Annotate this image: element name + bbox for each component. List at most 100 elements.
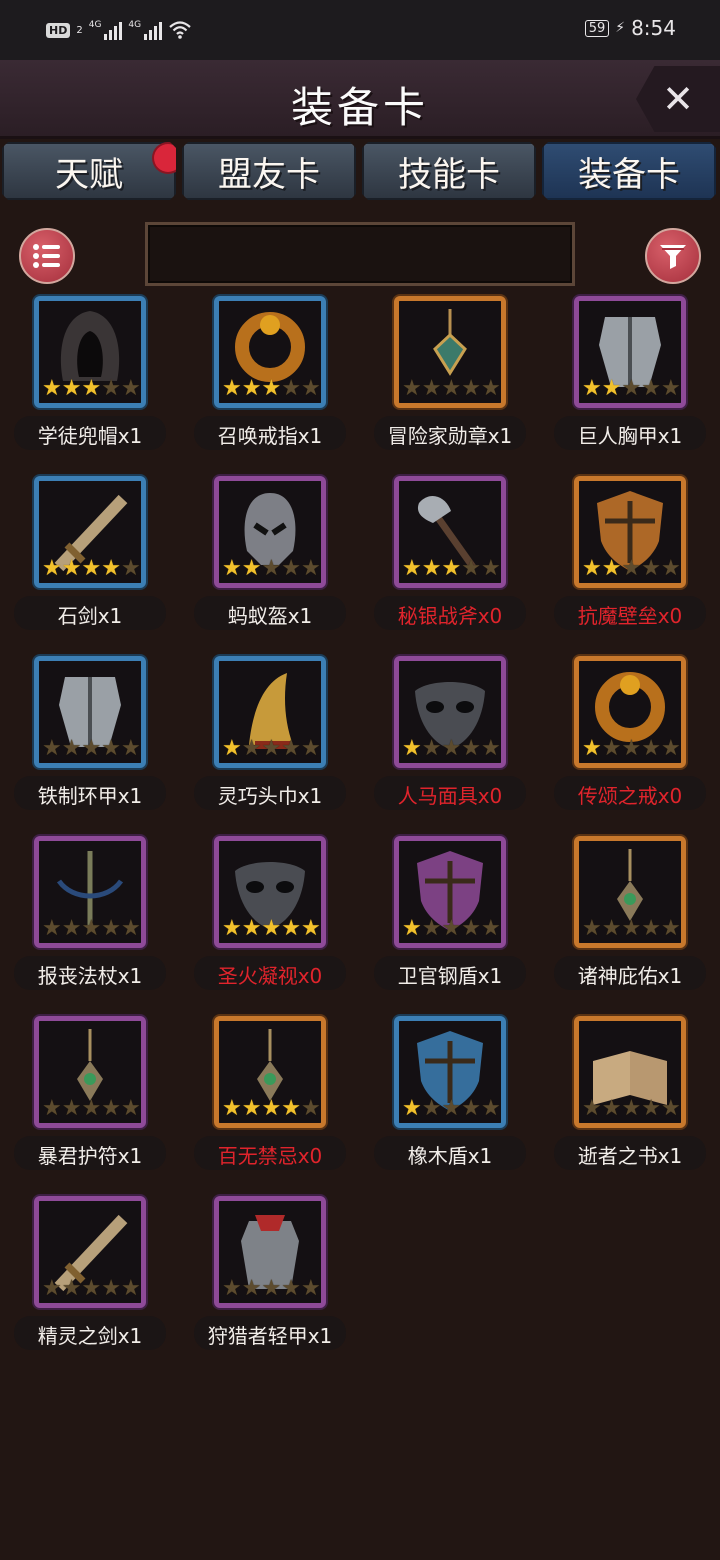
equipment-card[interactable]: ★ ★ ★ ★ ★ 灵巧头巾x1 — [180, 654, 360, 834]
star-icon: ★ — [660, 1096, 681, 1121]
star-icon: ★ — [61, 916, 82, 941]
star-icon: ★ — [61, 556, 82, 581]
filter-button[interactable] — [645, 228, 701, 284]
tab-ally-cards[interactable]: 盟友卡 — [182, 142, 356, 200]
equipment-card[interactable]: ★ ★ ★ ★ ★ 人马面具x0 — [360, 654, 540, 834]
item-frame: ★ ★ ★ ★ ★ — [214, 1196, 326, 1308]
tab-skill-cards[interactable]: 技能卡 — [362, 142, 536, 200]
item-frame: ★ ★ ★ ★ ★ — [214, 476, 326, 588]
item-label: 报丧法杖x1 — [0, 960, 190, 989]
equipment-card[interactable]: ★ ★ ★ ★ ★ 精灵之剑x1 — [0, 1194, 180, 1374]
star-icon: ★ — [480, 736, 501, 761]
star-icon: ★ — [480, 1096, 501, 1121]
equipment-card[interactable]: ★ ★ ★ ★ ★ 卫官钢盾x1 — [360, 834, 540, 1014]
star-icon: ★ — [480, 556, 501, 581]
star-icon: ★ — [120, 916, 141, 941]
star-icon: ★ — [582, 556, 602, 581]
equipment-card[interactable]: ★ ★ ★ ★ ★ 诸神庇佑x1 — [540, 834, 720, 1014]
star-icon: ★ — [101, 556, 121, 581]
star-icon: ★ — [441, 916, 462, 941]
equipment-card[interactable]: ★ ★ ★ ★ ★ 狩猎者轻甲x1 — [180, 1194, 360, 1374]
item-label: 召唤戒指x1 — [170, 420, 370, 449]
equipment-card[interactable]: ★ ★ ★ ★ ★ 秘银战斧x0 — [360, 474, 540, 654]
star-rating: ★ ★ ★ ★ ★ — [402, 918, 501, 940]
item-frame: ★ ★ ★ ★ ★ — [574, 656, 686, 768]
title-bar: 装备卡 ✕ — [0, 60, 720, 139]
star-icon: ★ — [42, 916, 62, 941]
star-icon: ★ — [42, 736, 62, 761]
item-count: x1 — [117, 964, 143, 988]
star-rating: ★ ★ ★ ★ ★ — [582, 918, 681, 940]
equipment-card[interactable]: ★ ★ ★ ★ ★ 冒险家勋章x1 — [360, 294, 540, 474]
item-name: 传颂之戒 — [577, 784, 658, 808]
star-icon: ★ — [621, 736, 642, 761]
equipment-card[interactable]: ★ ★ ★ ★ ★ 逝者之书x1 — [540, 1014, 720, 1194]
item-label: 人马面具x0 — [350, 780, 550, 809]
item-name: 人马面具 — [397, 784, 478, 808]
item-count: x1 — [307, 1324, 333, 1348]
tab-bar: 天赋 盟友卡 技能卡 装备卡 — [2, 142, 718, 204]
star-icon: ★ — [61, 1096, 82, 1121]
star-rating: ★ ★ ★ ★ ★ — [402, 378, 501, 400]
star-icon: ★ — [641, 556, 661, 581]
equipment-card[interactable]: ★ ★ ★ ★ ★ 石剑x1 — [0, 474, 180, 654]
star-rating: ★ ★ ★ ★ ★ — [222, 1098, 321, 1120]
star-icon: ★ — [101, 736, 121, 761]
equipment-card[interactable]: ★ ★ ★ ★ ★ 圣火凝视x0 — [180, 834, 360, 1014]
item-label: 狩猎者轻甲x1 — [170, 1320, 370, 1349]
star-icon: ★ — [660, 376, 681, 401]
star-icon: ★ — [421, 376, 442, 401]
item-label: 巨人胸甲x1 — [530, 420, 720, 449]
star-rating: ★ ★ ★ ★ ★ — [582, 1098, 681, 1120]
item-count: x1 — [477, 964, 503, 988]
equipment-card[interactable]: ★ ★ ★ ★ ★ 传颂之戒x0 — [540, 654, 720, 834]
tab-talent[interactable]: 天赋 — [2, 142, 176, 200]
tab-label: 天赋 — [55, 154, 123, 195]
star-icon: ★ — [281, 556, 301, 581]
item-count: x0 — [477, 784, 503, 808]
star-icon: ★ — [261, 916, 282, 941]
equipment-card[interactable]: ★ ★ ★ ★ ★ 橡木盾x1 — [360, 1014, 540, 1194]
list-button[interactable] — [19, 228, 75, 284]
star-rating: ★ ★ ★ ★ ★ — [222, 1278, 321, 1300]
equipment-card[interactable]: ★ ★ ★ ★ ★ 学徒兜帽x1 — [0, 294, 180, 474]
item-name: 抗魔壁垒 — [577, 604, 658, 628]
star-rating: ★ ★ ★ ★ ★ — [42, 918, 141, 940]
cell-signal-1-icon: 4G — [89, 20, 123, 40]
close-icon: ✕ — [662, 77, 694, 121]
search-input[interactable] — [145, 222, 575, 286]
star-rating: ★ ★ ★ ★ ★ — [222, 918, 321, 940]
item-count: x0 — [297, 964, 323, 988]
item-count: x1 — [657, 1144, 683, 1168]
star-icon: ★ — [222, 1276, 242, 1301]
tab-equipment-cards[interactable]: 装备卡 — [542, 142, 716, 200]
item-count: x0 — [297, 1144, 323, 1168]
equipment-card[interactable]: ★ ★ ★ ★ ★ 报丧法杖x1 — [0, 834, 180, 1014]
star-rating: ★ ★ ★ ★ ★ — [222, 378, 321, 400]
item-label: 灵巧头巾x1 — [170, 780, 370, 809]
item-name: 石剑 — [57, 604, 98, 628]
star-icon: ★ — [300, 376, 321, 401]
star-icon: ★ — [441, 556, 462, 581]
item-name: 诸神庇佑 — [577, 964, 658, 988]
item-count: x1 — [657, 964, 683, 988]
star-icon: ★ — [621, 376, 642, 401]
equipment-card[interactable]: ★ ★ ★ ★ ★ 百无禁忌x0 — [180, 1014, 360, 1194]
star-icon: ★ — [660, 556, 681, 581]
equipment-card[interactable]: ★ ★ ★ ★ ★ 召唤戒指x1 — [180, 294, 360, 474]
item-name: 报丧法杖 — [37, 964, 118, 988]
equipment-card[interactable]: ★ ★ ★ ★ ★ 铁制环甲x1 — [0, 654, 180, 834]
star-icon: ★ — [441, 736, 462, 761]
item-count: x1 — [287, 604, 313, 628]
tab-label: 盟友卡 — [218, 154, 320, 195]
equipment-card[interactable]: ★ ★ ★ ★ ★ 巨人胸甲x1 — [540, 294, 720, 474]
equipment-card[interactable]: ★ ★ ★ ★ ★ 蚂蚁盔x1 — [180, 474, 360, 654]
item-count: x1 — [117, 784, 143, 808]
equipment-card[interactable]: ★ ★ ★ ★ ★ 抗魔壁垒x0 — [540, 474, 720, 654]
star-icon: ★ — [641, 916, 661, 941]
star-rating: ★ ★ ★ ★ ★ — [582, 378, 681, 400]
status-bar: HD 2 4G 4G 59 ⚡ 8:54 — [0, 0, 720, 60]
star-icon: ★ — [461, 916, 481, 941]
star-icon: ★ — [241, 1276, 262, 1301]
equipment-card[interactable]: ★ ★ ★ ★ ★ 暴君护符x1 — [0, 1014, 180, 1194]
